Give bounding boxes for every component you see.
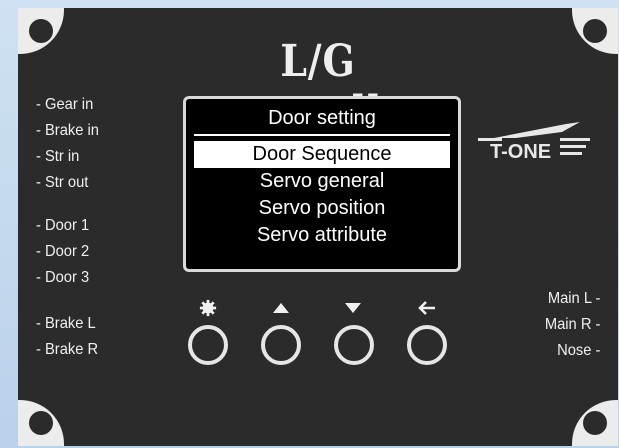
left-label-group-inputs: - Gear in - Brake in - Str in - Str out: [36, 92, 104, 196]
port-label-nose: Nose -: [556, 342, 600, 359]
screen-menu: Door Sequence Servo general Servo positi…: [194, 141, 450, 249]
port-label-brake-l: - Brake L: [36, 315, 96, 332]
mounting-hole-bottom-right: [572, 400, 618, 446]
oled-screen: Door setting Door Sequence Servo general…: [183, 96, 461, 272]
port-label-brake-r: - Brake R: [36, 341, 99, 358]
up-button[interactable]: [261, 325, 301, 365]
port-label-str-out: - Str out: [36, 174, 89, 191]
down-button[interactable]: [334, 325, 374, 365]
left-label-group-brakes: - Brake L - Brake R: [36, 311, 104, 363]
menu-item-servo-attribute[interactable]: Servo attribute: [194, 222, 450, 249]
menu-item-servo-general[interactable]: Servo general: [194, 168, 450, 195]
arrow-down-icon: [333, 298, 373, 318]
port-label-main-l: Main L -: [547, 290, 600, 307]
mounting-hole-top-right: [572, 8, 618, 54]
mounting-hole-bottom-left: [18, 400, 64, 446]
port-label-door-3: - Door 3: [36, 269, 90, 286]
left-label-group-doors: - Door 1 - Door 2 - Door 3: [36, 213, 94, 291]
t-one-logo-icon: T-ONE: [478, 122, 590, 163]
screen-title: Door setting: [268, 107, 376, 129]
arrow-left-icon: [407, 298, 447, 318]
controller-panel: L/G controller - Gear in - Brake in - St…: [18, 8, 618, 446]
settings-button[interactable]: [188, 325, 228, 365]
port-label-main-r: Main R -: [544, 316, 600, 333]
brand-logo-text: T-ONE: [490, 141, 551, 163]
port-label-door-2: - Door 2: [36, 243, 90, 260]
menu-item-servo-position[interactable]: Servo position: [194, 195, 450, 222]
brand-logo: T-ONE: [476, 118, 596, 164]
right-label-group-gears: Main L - Main R - Nose -: [540, 286, 600, 364]
screen-divider: [194, 134, 450, 136]
mounting-hole-top-left: [18, 8, 64, 54]
port-label-brake-in: - Brake in: [36, 122, 99, 139]
arrow-up-icon: [261, 298, 301, 318]
gear-icon: [188, 298, 228, 318]
port-label-gear-in: - Gear in: [36, 96, 94, 113]
port-label-door-1: - Door 1: [36, 217, 90, 234]
back-button[interactable]: [407, 325, 447, 365]
port-label-str-in: - Str in: [36, 148, 80, 165]
menu-item-door-sequence[interactable]: Door Sequence: [194, 141, 450, 168]
